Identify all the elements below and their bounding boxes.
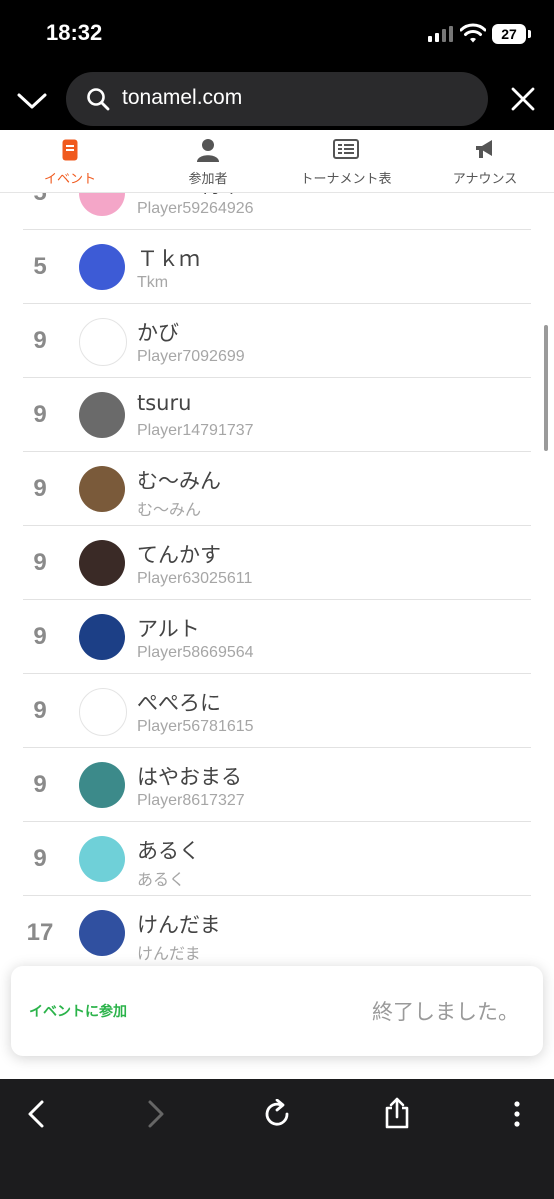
join-event-button[interactable]: イベントに参加 [29, 1001, 127, 1021]
table-row[interactable]: 17 けんだま けんだま [23, 896, 531, 970]
table-row[interactable]: 9 ぺぺろに Player56781615 [23, 674, 531, 748]
player-id: Player58669564 [137, 644, 254, 661]
tab-bracket[interactable]: トーナメント表 [276, 130, 416, 192]
table-row[interactable]: 5 Ｔｋｍ Tkm [23, 230, 531, 304]
avatar [79, 540, 125, 586]
reload-icon[interactable] [262, 1099, 292, 1129]
scrollbar[interactable] [544, 325, 548, 451]
table-row[interactable]: 9 はやおまる Player8617327 [23, 748, 531, 822]
signal-icon [428, 26, 453, 42]
player-id: Tkm [137, 274, 169, 291]
document-icon [62, 139, 78, 161]
rank-number: 9 [33, 845, 47, 872]
avatar [79, 466, 125, 512]
player-name: tsuru [137, 391, 192, 415]
ranking-list: 5 ドンロ特単Player59264926 5 Ｔｋｍ Tkm 9 かび Player7092… [0, 193, 554, 1044]
battery-icon: 27 [492, 24, 526, 44]
rank-number: 17 [26, 919, 54, 946]
close-icon[interactable] [510, 86, 536, 112]
table-row[interactable]: 5 ドンロ特単Player59264926 [23, 193, 531, 230]
browser-url-bar: tonamel.com [0, 70, 554, 130]
player-name: ぺぺろに [137, 691, 221, 715]
rank-number: 9 [33, 327, 47, 354]
table-row[interactable]: 9 あるく あるく [23, 822, 531, 896]
megaphone-icon [476, 140, 492, 158]
url-text: tonamel.com [122, 86, 243, 109]
back-icon[interactable] [24, 1099, 50, 1129]
avatar [79, 318, 127, 366]
player-name: アルト [137, 617, 200, 641]
share-icon[interactable] [382, 1097, 412, 1129]
player-id: Player56781615 [137, 718, 254, 735]
tab-participants[interactable]: 参加者 [140, 130, 276, 192]
player-name: けんだま [137, 913, 221, 937]
battery-cap [528, 30, 531, 38]
more-icon[interactable] [512, 1099, 522, 1129]
tab-participants-label: 参加者 [188, 172, 228, 187]
chevron-down-icon[interactable] [16, 86, 48, 114]
wifi-icon [460, 23, 486, 43]
rank-number: 9 [33, 623, 47, 650]
tab-announce-label: アナウンス [452, 172, 518, 187]
status-bar: 18:32 27 [0, 0, 554, 70]
player-name: ドンロ特単 [137, 193, 242, 199]
player-name: む〜みん [137, 469, 221, 493]
status-time: 18:32 [46, 20, 103, 45]
table-row[interactable]: 9 てんかす Player63025611 [23, 526, 531, 600]
avatar [79, 910, 125, 956]
table-row[interactable]: 9 tsuru Player14791737 [23, 378, 531, 452]
join-event-card: イベントに参加 終了しました。 [11, 966, 543, 1056]
avatar [79, 688, 127, 736]
url-field[interactable]: tonamel.com [66, 72, 488, 126]
rank-number: 9 [33, 401, 47, 428]
avatar [79, 244, 125, 290]
player-id: Player59264926 [137, 200, 254, 217]
avatar [79, 836, 125, 882]
rank-number: 9 [33, 697, 47, 724]
tab-event-label: イベント [43, 172, 96, 187]
rank-number: 9 [33, 475, 47, 502]
player-id: Player14791737 [137, 422, 254, 439]
tab-announce[interactable]: アナウンス [416, 130, 554, 192]
player-name: あるく [137, 839, 200, 863]
table-row[interactable]: 9 かび Player7092699 [23, 304, 531, 378]
player-id: む〜みん [137, 502, 202, 519]
player-id: Player7092699 [137, 348, 245, 365]
rank-number: 5 [23, 193, 57, 229]
avatar [79, 193, 125, 216]
tab-event[interactable]: イベント [0, 130, 140, 192]
avatar [79, 614, 125, 660]
table-row[interactable]: 9 アルト Player58669564 [23, 600, 531, 674]
player-name: はやおまる [137, 765, 242, 789]
player-name: かび [137, 321, 179, 345]
tab-bar: イベント 参加者 トーナメント表 アナウンス [0, 130, 554, 193]
player-id: Player8617327 [137, 792, 245, 809]
search-icon [87, 88, 110, 111]
ranking-list-area[interactable]: 5 ドンロ特単Player59264926 5 Ｔｋｍ Tkm 9 かび Player7092… [0, 193, 554, 1079]
person-icon [197, 139, 219, 162]
browser-toolbar [0, 1079, 554, 1199]
player-id: あるく [137, 872, 186, 889]
avatar [79, 392, 125, 438]
rank-number: 9 [33, 771, 47, 798]
player-id: Player63025611 [137, 570, 253, 587]
avatar [79, 762, 125, 808]
player-id: けんだま [137, 946, 201, 963]
forward-icon[interactable] [142, 1099, 168, 1129]
tab-bracket-label: トーナメント表 [300, 172, 392, 187]
event-ended-text: 終了しました。 [372, 1000, 519, 1024]
rank-number: 5 [33, 253, 47, 280]
player-name: Ｔｋｍ [137, 247, 200, 271]
player-name: てんかす [137, 543, 221, 567]
table-row[interactable]: 9 む〜みん む〜みん [23, 452, 531, 526]
rank-number: 9 [33, 549, 47, 576]
bracket-icon [333, 139, 359, 159]
